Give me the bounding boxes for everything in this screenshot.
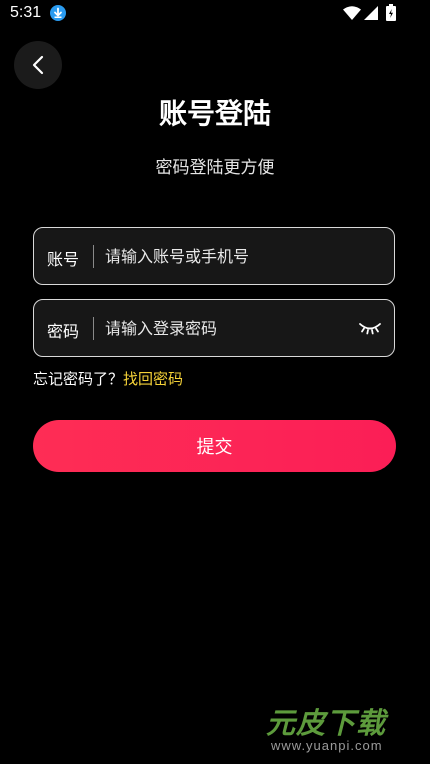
forgot-password-row: 忘记密码了？找回密码 (33, 368, 183, 389)
watermark-logo: 元皮下载 (266, 706, 387, 740)
password-divider (93, 317, 94, 340)
back-button[interactable] (14, 41, 62, 89)
password-field: 密码 (33, 299, 395, 357)
download-icon (50, 5, 66, 21)
account-field: 账号 (33, 227, 395, 285)
watermark: 元皮下载 www.yuanpi.com (266, 700, 416, 760)
status-time: 5:31 (10, 4, 42, 21)
account-label: 账号 (47, 250, 80, 269)
page-title: 账号登陆 (158, 97, 271, 130)
watermark-url: www.yuanpi.com (271, 738, 383, 753)
account-input[interactable] (105, 238, 345, 274)
account-divider (93, 245, 94, 268)
forgot-password-text: 忘记密码了？ (33, 370, 124, 388)
battery-icon (386, 4, 396, 21)
status-bar: 5:31 (0, 0, 430, 28)
recover-password-link[interactable]: 找回密码 (123, 370, 183, 388)
wifi-icon (343, 6, 361, 20)
chevron-left-icon (32, 55, 44, 75)
page-subtitle: 密码登陆更方便 (155, 158, 275, 178)
signal-icon (364, 6, 378, 20)
password-label: 密码 (47, 322, 80, 341)
submit-button[interactable]: 提交 (33, 420, 396, 472)
eye-closed-icon[interactable] (358, 320, 382, 336)
password-input[interactable] (105, 310, 345, 346)
